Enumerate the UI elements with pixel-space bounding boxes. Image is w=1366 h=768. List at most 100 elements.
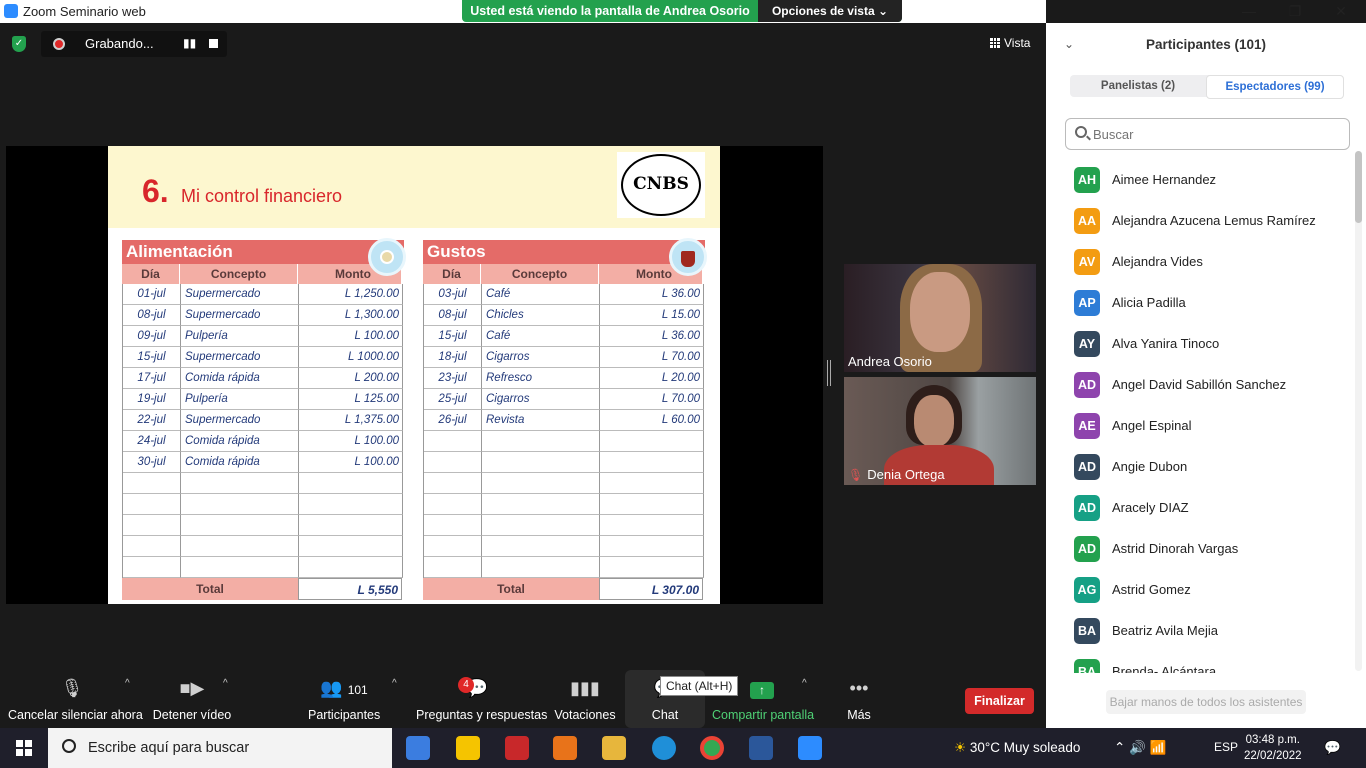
table-cell: 23-jul (424, 368, 482, 389)
table-cell (600, 557, 704, 578)
pause-recording-button[interactable]: ▮▮ (183, 36, 196, 50)
participant-item[interactable]: AH Aimee Hernandez (1074, 159, 1344, 200)
zoom-app-icon[interactable] (798, 736, 822, 760)
table-cell (424, 431, 482, 452)
table-cell: 22-jul (123, 410, 181, 431)
qa-button[interactable]: 💬 Preguntas y respuestas (416, 670, 547, 728)
participant-item[interactable]: AV Alejandra Vides (1074, 241, 1344, 282)
avatar: AV (1074, 248, 1100, 275)
video-tile-denia[interactable]: 🎙 Denia Ortega (844, 377, 1036, 485)
lower-all-hands-button[interactable]: Bajar manos de todos los asistentes (1106, 690, 1306, 714)
table-cell (482, 431, 600, 452)
share-notice-text: Usted está viendo la pantalla de Andrea … (470, 4, 750, 18)
store-app-icon[interactable] (406, 736, 430, 760)
table-cell: Café (482, 326, 600, 347)
participant-item[interactable]: BA Brenda- Alcántara (1074, 651, 1344, 673)
end-meeting-button[interactable]: Finalizar (965, 688, 1034, 714)
participants-button[interactable]: 👥 101 Participantes ^ (308, 670, 397, 728)
participant-item[interactable]: AP Alicia Padilla (1074, 282, 1344, 323)
outlook-app-icon[interactable] (553, 736, 577, 760)
chevron-up-icon[interactable]: ^ (125, 678, 130, 689)
participant-item[interactable]: AA Alejandra Azucena Lemus Ramírez (1074, 200, 1344, 241)
table-row: 26-jul Revista L 60.00 (423, 410, 705, 431)
table-row: 08-jul Chicles L 15.00 (423, 305, 705, 326)
close-button[interactable]: ✕ (1318, 0, 1364, 23)
search-input[interactable] (1065, 118, 1350, 150)
participant-item[interactable]: AG Astrid Gomez (1074, 569, 1344, 610)
file-explorer-icon[interactable] (602, 736, 626, 760)
participant-item[interactable]: AD Aracely DIAZ (1074, 487, 1344, 528)
table-cell: 08-jul (424, 305, 482, 326)
windows-start-icon[interactable] (16, 740, 32, 756)
more-dots-icon: ••• (849, 678, 869, 698)
chevron-up-icon[interactable]: ^ (802, 678, 807, 689)
participant-item[interactable]: AD Astrid Dinorah Vargas (1074, 528, 1344, 569)
notifications-icon[interactable]: 💬 (1324, 740, 1341, 756)
participant-name: Beatriz Avila Mejia (1112, 623, 1218, 638)
more-button[interactable]: ••• Más (838, 670, 880, 728)
participant-item[interactable]: AD Angel David Sabillón Sanchez (1074, 364, 1344, 405)
view-button[interactable]: Vista (990, 36, 1030, 50)
meeting-toolbar: 🎙 Cancelar silenciar ahora ^ ■▶ Detener … (0, 670, 1046, 728)
stop-video-button[interactable]: ■▶ Detener vídeo ^ (152, 670, 232, 728)
sticky-notes-icon[interactable] (456, 736, 480, 760)
table-cell (123, 473, 181, 494)
participant-item[interactable]: BA Beatriz Avila Mejia (1074, 610, 1344, 651)
shield-check-icon[interactable]: ✓ (12, 36, 26, 52)
table-row: 15-jul Café L 36.00 (423, 326, 705, 347)
participant-name: Alejandra Vides (1112, 254, 1203, 269)
windows-taskbar: Escribe aquí para buscar ☀ 30°C Muy sole… (0, 728, 1366, 768)
table-row (423, 431, 705, 452)
participant-name: Angel David Sabillón Sanchez (1112, 377, 1287, 392)
stop-recording-button[interactable] (209, 39, 218, 48)
table-cell: 24-jul (123, 431, 181, 452)
tab-attendees[interactable]: Espectadores (99) (1206, 75, 1344, 99)
tab-panelists[interactable]: Panelistas (2) (1070, 75, 1206, 99)
participants-scrollbar[interactable] (1355, 151, 1362, 671)
table-cell (424, 557, 482, 578)
table-cell: L 36.00 (600, 326, 704, 347)
participant-item[interactable]: AY Alva Yanira Tinoco (1074, 323, 1344, 364)
edge-browser-icon[interactable] (652, 736, 676, 760)
bar-chart-icon: ▮▮▮ (570, 678, 600, 698)
language-indicator[interactable]: ESP (1214, 740, 1238, 754)
table-cell: L 15.00 (600, 305, 704, 326)
view-options-button[interactable]: Opciones de vista ⌄ (758, 0, 902, 22)
table-row (122, 494, 404, 515)
table-cell (181, 557, 299, 578)
security-app-icon[interactable] (505, 736, 529, 760)
grid-icon (990, 38, 1000, 48)
maximize-button[interactable]: ❐ (1272, 0, 1318, 23)
participant-item[interactable]: AD Angie Dubon (1074, 446, 1344, 487)
participants-count: 101 (347, 683, 368, 697)
taskbar-clock[interactable]: 03:48 p.m. 22/02/2022 (1244, 732, 1302, 764)
table-row (122, 557, 404, 578)
table-cell: L 36.00 (600, 284, 704, 305)
minimize-button[interactable]: — (1226, 0, 1272, 23)
table-cell: 15-jul (123, 347, 181, 368)
video-tile-andrea[interactable]: Andrea Osorio (844, 264, 1036, 372)
polls-button[interactable]: ▮▮▮ Votaciones (552, 670, 618, 728)
chrome-browser-icon[interactable] (700, 736, 724, 760)
chevron-up-icon[interactable]: ^ (392, 678, 397, 689)
word-app-icon[interactable] (749, 736, 773, 760)
table-cell (123, 494, 181, 515)
participant-item[interactable]: AE Angel Espinal (1074, 405, 1344, 446)
table-cell: L 100.00 (299, 452, 403, 473)
table-cell: Comida rápida (181, 452, 299, 473)
taskbar-search[interactable]: Escribe aquí para buscar (48, 728, 392, 768)
table-row: 03-jul Café L 36.00 (423, 284, 705, 305)
table-total-row: Total L 5,550 (122, 578, 404, 600)
table-row: 25-jul Cigarros L 70.00 (423, 389, 705, 410)
participants-icon: 👥 (320, 678, 343, 698)
table-row (122, 536, 404, 557)
chevron-up-icon[interactable]: ^ (223, 678, 228, 689)
table-cell (299, 536, 403, 557)
table-cell: Supermercado (181, 347, 299, 368)
table-row: 17-jul Comida rápida L 200.00 (122, 368, 404, 389)
tray-icons[interactable]: ⌃ 🔊 📶 (1114, 740, 1166, 756)
table-cell (600, 515, 704, 536)
unmute-button[interactable]: 🎙 Cancelar silenciar ahora ^ (8, 670, 143, 728)
table-cell: L 1,250.00 (299, 284, 403, 305)
panel-splitter-handle[interactable] (827, 360, 831, 386)
